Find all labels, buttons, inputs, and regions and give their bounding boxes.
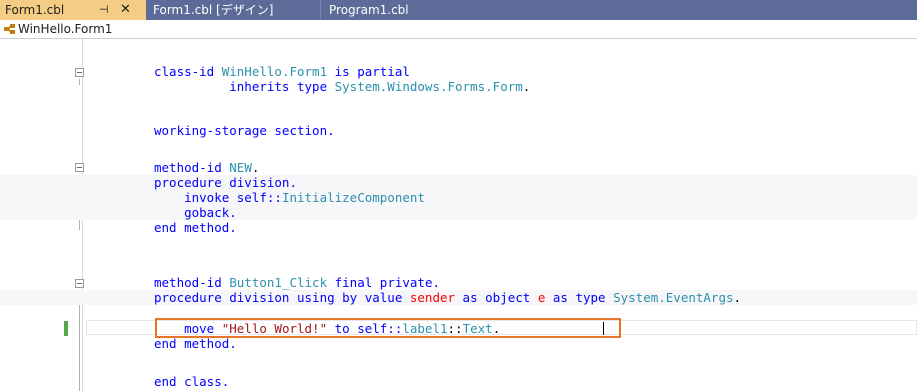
tab-form1-cbl[interactable]: Form1.cbl ⊣ ✕ bbox=[0, 0, 146, 20]
code-text: as object bbox=[455, 290, 538, 305]
code-text: System.Windows.Forms.Form bbox=[334, 79, 523, 94]
class-icon bbox=[4, 24, 15, 34]
navigation-scope-label: WinHello.Form1 bbox=[18, 22, 113, 36]
code-text: System.EventArgs bbox=[613, 290, 734, 305]
tab-form1-design[interactable]: Form1.cbl [デザイン] bbox=[148, 0, 318, 20]
code-line: goback. bbox=[0, 205, 917, 220]
code-line: class-id WinHello.Form1 is partial bbox=[0, 64, 917, 79]
code-line: method-id Button1_Click final private. bbox=[0, 275, 917, 290]
code-text: method-id bbox=[154, 275, 230, 290]
code-line: procedure division. bbox=[0, 175, 917, 190]
code-editor[interactable]: class-id WinHello.Form1 is partial inher… bbox=[0, 39, 917, 391]
tab-label: Form1.cbl [デザイン] bbox=[153, 3, 274, 17]
code-text: is partial bbox=[327, 64, 410, 79]
code-text: class-id bbox=[154, 64, 222, 79]
code-text: end class. bbox=[154, 374, 230, 389]
code-text: . bbox=[522, 79, 531, 94]
code-text: Button1_Click bbox=[229, 275, 328, 290]
code-text: InitializeComponent bbox=[281, 190, 425, 205]
code-text: . bbox=[733, 290, 742, 305]
code-text: procedure division using by value bbox=[154, 290, 410, 305]
code-text: procedure division. bbox=[154, 175, 297, 190]
code-text: invoke self:: bbox=[154, 190, 282, 205]
code-text: final private. bbox=[327, 275, 440, 290]
tab-label: Program1.cbl bbox=[329, 3, 409, 17]
code-line: inherits type System.Windows.Forms.Form. bbox=[0, 79, 917, 94]
code-text: NEW bbox=[229, 160, 252, 175]
code-text: method-id bbox=[154, 160, 230, 175]
code-line: end method. bbox=[0, 336, 917, 351]
pin-icon[interactable]: ⊣ bbox=[99, 0, 109, 20]
code-text: goback. bbox=[154, 205, 237, 220]
code-line: working-storage section. bbox=[0, 123, 917, 138]
code-text: working-storage section. bbox=[154, 123, 335, 138]
code-text: . bbox=[251, 160, 260, 175]
navigation-bar[interactable]: WinHello.Form1 bbox=[0, 20, 917, 39]
code-text: inherits type bbox=[154, 79, 335, 94]
tab-label: Form1.cbl bbox=[5, 3, 65, 17]
code-text: sender bbox=[409, 290, 456, 305]
code-line: end method. bbox=[0, 220, 917, 235]
close-icon[interactable]: ✕ bbox=[120, 0, 131, 20]
code-line: end class. bbox=[0, 374, 917, 389]
code-text: end method. bbox=[154, 220, 237, 235]
code-text: WinHello.Form1 bbox=[221, 64, 328, 79]
document-tab-bar: Form1.cbl ⊣ ✕ Form1.cbl [デザイン] Program1.… bbox=[0, 0, 917, 20]
highlight-annotation-box bbox=[155, 318, 621, 338]
code-text: as type bbox=[545, 290, 614, 305]
code-text: end method. bbox=[154, 336, 237, 351]
code-line: procedure division using by value sender… bbox=[0, 290, 917, 305]
tab-program1-cbl[interactable]: Program1.cbl bbox=[320, 0, 520, 20]
code-line: method-id NEW. bbox=[0, 160, 917, 175]
code-line: invoke self::InitializeComponent bbox=[0, 190, 917, 205]
